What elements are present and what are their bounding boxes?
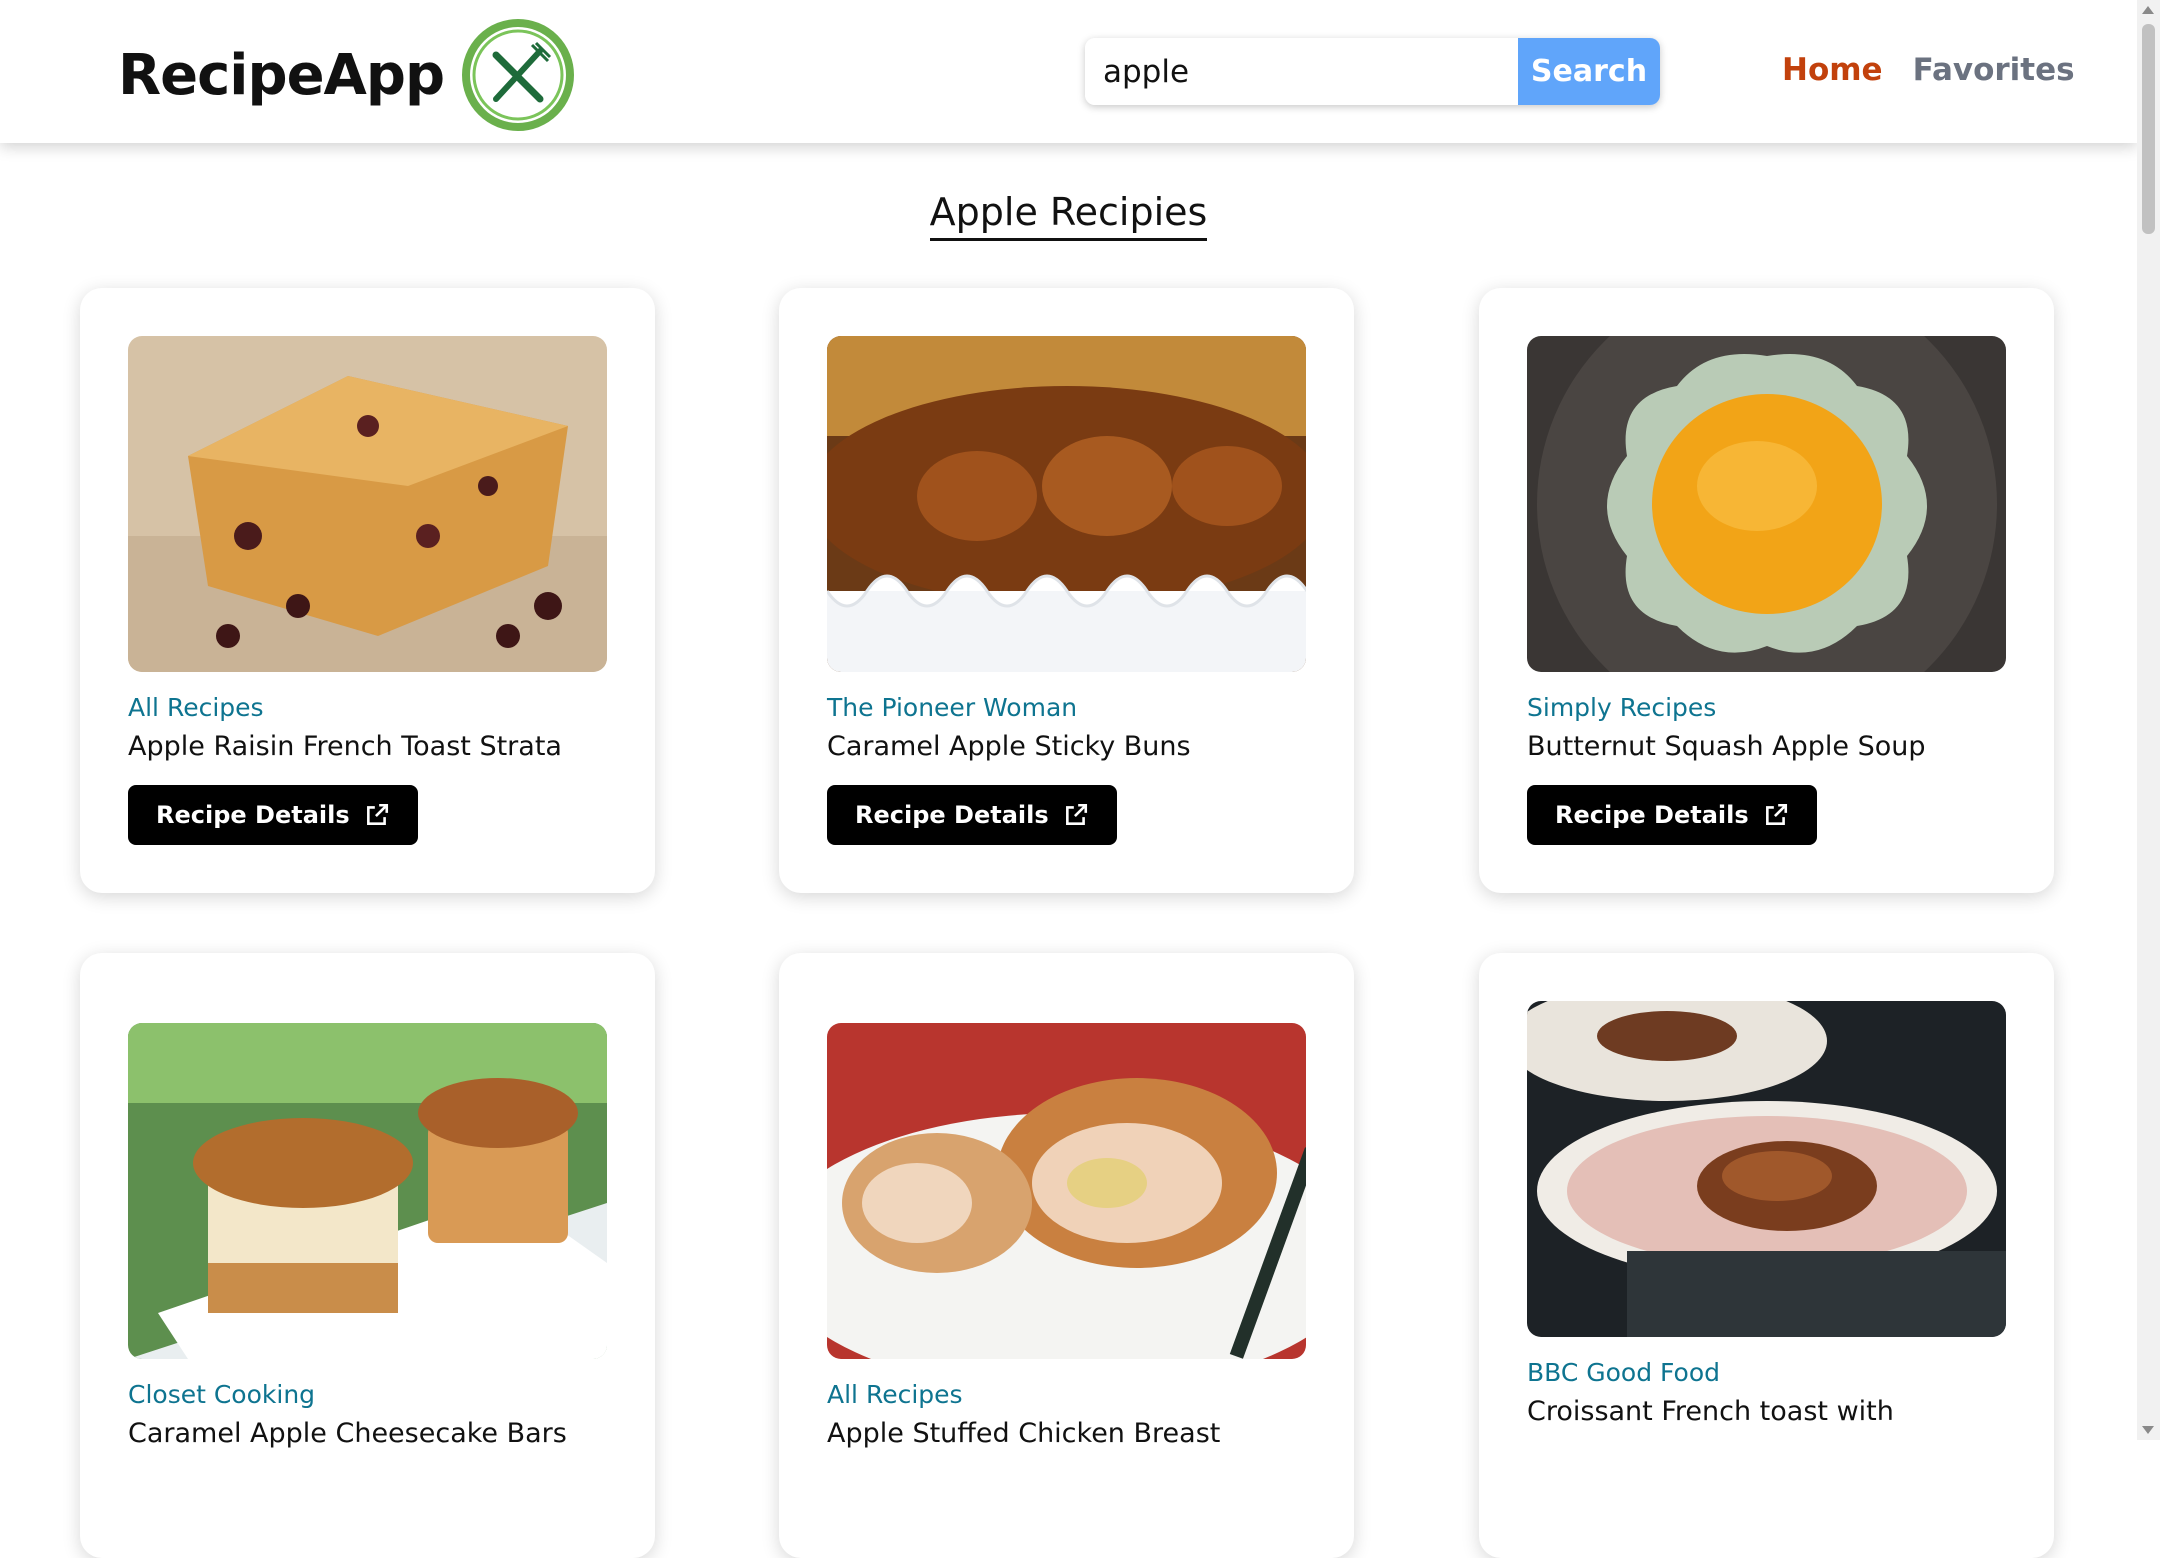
page-scrollbar[interactable] xyxy=(2137,0,2160,1440)
recipe-details-label: Recipe Details xyxy=(855,801,1049,829)
recipe-image[interactable] xyxy=(1527,336,2006,672)
recipe-source[interactable]: The Pioneer Woman xyxy=(827,693,1077,722)
external-link-icon xyxy=(1065,803,1087,825)
recipe-source[interactable]: All Recipes xyxy=(128,693,264,722)
recipe-title: Caramel Apple Cheesecake Bars xyxy=(128,1418,567,1449)
scroll-down-arrow-icon[interactable] xyxy=(2142,1426,2154,1434)
fork-knife-icon xyxy=(462,19,575,131)
recipe-card: The Pioneer Woman Caramel Apple Sticky B… xyxy=(779,288,1354,893)
recipe-details-button[interactable]: Recipe Details xyxy=(827,785,1117,845)
recipe-details-label: Recipe Details xyxy=(1555,801,1749,829)
recipe-image[interactable] xyxy=(827,1023,1306,1359)
recipe-image[interactable] xyxy=(128,1023,607,1359)
recipe-card: Simply Recipes Butternut Squash Apple So… xyxy=(1479,288,2054,893)
recipe-image[interactable] xyxy=(827,336,1306,672)
external-link-icon xyxy=(1765,803,1787,825)
recipe-title: Apple Stuffed Chicken Breast xyxy=(827,1418,1221,1449)
section-title: Apple Recipies xyxy=(929,190,1208,241)
recipe-details-button[interactable]: Recipe Details xyxy=(128,785,418,845)
recipe-source[interactable]: BBC Good Food xyxy=(1527,1358,1720,1387)
section-title-wrap: Apple Recipies xyxy=(0,190,2137,241)
recipe-image[interactable] xyxy=(128,336,607,672)
recipe-details-label: Recipe Details xyxy=(156,801,350,829)
brand[interactable]: RecipeApp xyxy=(118,19,578,131)
search-input[interactable] xyxy=(1085,38,1518,105)
nav-favorites-link[interactable]: Favorites xyxy=(1913,52,2075,88)
scroll-thumb[interactable] xyxy=(2142,24,2155,234)
recipe-image[interactable] xyxy=(1527,1001,2006,1337)
recipe-card: All Recipes Apple Stuffed Chicken Breast xyxy=(779,953,1354,1558)
recipe-card: Closet Cooking Caramel Apple Cheesecake … xyxy=(80,953,655,1558)
recipe-card: All Recipes Apple Raisin French Toast St… xyxy=(80,288,655,893)
app-header: RecipeApp Search Home Favorites xyxy=(0,0,2137,143)
recipe-source[interactable]: Simply Recipes xyxy=(1527,693,1716,722)
brand-name: RecipeApp xyxy=(118,42,445,108)
search-bar: Search xyxy=(1085,38,1660,105)
search-button[interactable]: Search xyxy=(1518,38,1660,105)
recipe-details-button[interactable]: Recipe Details xyxy=(1527,785,1817,845)
recipe-title: Butternut Squash Apple Soup xyxy=(1527,731,1926,762)
recipe-card: BBC Good Food Croissant French toast wit… xyxy=(1479,953,2054,1558)
main-nav: Home Favorites xyxy=(1782,52,2075,88)
recipe-source[interactable]: All Recipes xyxy=(827,1380,963,1409)
nav-home-link[interactable]: Home xyxy=(1782,52,1883,88)
recipe-source[interactable]: Closet Cooking xyxy=(128,1380,315,1409)
external-link-icon xyxy=(366,803,388,825)
recipe-title: Caramel Apple Sticky Buns xyxy=(827,731,1191,762)
recipe-title: Croissant French toast with xyxy=(1527,1396,1894,1427)
recipe-title: Apple Raisin French Toast Strata xyxy=(128,731,562,762)
scroll-up-arrow-icon[interactable] xyxy=(2142,6,2154,14)
